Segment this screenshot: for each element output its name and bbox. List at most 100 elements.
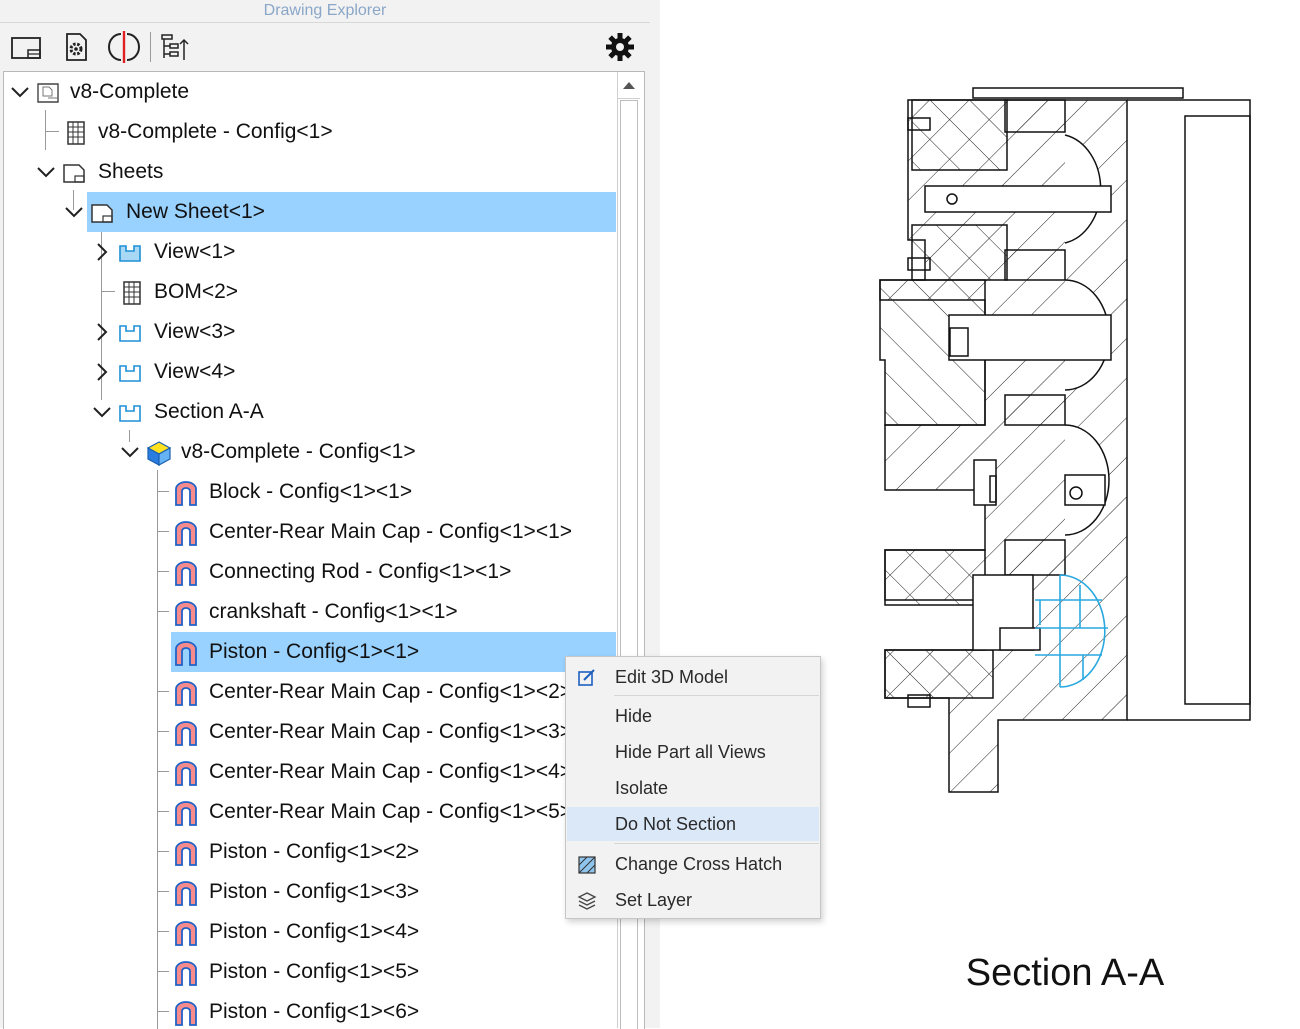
table-icon bbox=[123, 281, 141, 305]
tree-item-part[interactable]: Piston - Config<1><2> bbox=[4, 832, 616, 872]
tree-item-part[interactable]: Connecting Rod - Config<1><1> bbox=[4, 552, 616, 592]
panel-title: Drawing Explorer bbox=[0, 0, 650, 23]
tree-item-part[interactable]: Piston - Config<1><6> bbox=[4, 992, 616, 1029]
tree-item-label: Sheets bbox=[98, 160, 164, 183]
tree-item-label: Block - Config<1><1> bbox=[209, 480, 413, 503]
view-icon bbox=[119, 405, 141, 422]
tree-item-part[interactable]: Block - Config<1><1> bbox=[4, 472, 616, 512]
chevron-down-icon[interactable] bbox=[8, 80, 32, 104]
sheet-icon bbox=[91, 204, 113, 223]
drawing-document-icon bbox=[37, 83, 59, 103]
part-icon bbox=[175, 561, 197, 586]
tree-item-part-selected[interactable]: Piston - Config<1><1> bbox=[4, 632, 616, 672]
sheet-icon bbox=[63, 164, 85, 183]
menu-item-label: Isolate bbox=[615, 778, 669, 798]
part-icon bbox=[175, 1001, 197, 1026]
tree-item-label: Piston - Config<1><1> bbox=[209, 640, 420, 663]
chevron-down-icon[interactable] bbox=[34, 160, 58, 184]
tree-item-sheet[interactable]: New Sheet<1> bbox=[4, 192, 616, 232]
tree-item-label: v8-Complete - Config<1> bbox=[181, 440, 416, 463]
chevron-right-icon[interactable] bbox=[90, 240, 114, 264]
chevron-down-icon[interactable] bbox=[62, 200, 86, 224]
part-icon bbox=[175, 961, 197, 986]
menu-item-set-layer[interactable]: Set Layer bbox=[567, 883, 819, 917]
tree-item-label: v8-Complete - Config<1> bbox=[98, 120, 333, 143]
view-icon bbox=[119, 245, 141, 262]
tree-options-icon[interactable] bbox=[158, 30, 192, 64]
menu-item-label: Change Cross Hatch bbox=[615, 854, 783, 874]
drawing-explorer-panel: Drawing Explorer v8-Complete v8-Complete… bbox=[0, 0, 660, 1029]
section-drawing bbox=[879, 87, 1251, 793]
layers-icon bbox=[577, 892, 597, 910]
assembly-cube-icon bbox=[146, 441, 172, 466]
tree-item-part[interactable]: crankshaft - Config<1><1> bbox=[4, 592, 616, 632]
menu-item-hide[interactable]: Hide bbox=[567, 699, 819, 733]
chevron-right-icon[interactable] bbox=[90, 320, 114, 344]
tree-item-label: View<3> bbox=[154, 320, 236, 343]
tree-item-part[interactable]: Center-Rear Main Cap - Config<1><5> bbox=[4, 792, 616, 832]
tree-item-part[interactable]: Piston - Config<1><5> bbox=[4, 952, 616, 992]
tree-item-section[interactable]: Section A-A bbox=[4, 392, 616, 432]
tree-item-part[interactable]: Piston - Config<1><4> bbox=[4, 912, 616, 952]
tree-item-assembly[interactable]: v8-Complete - Config<1> bbox=[4, 432, 616, 472]
new-sheet-icon[interactable] bbox=[9, 30, 43, 64]
part-icon bbox=[175, 761, 197, 786]
menu-item-do-not-section[interactable]: Do Not Section bbox=[567, 807, 819, 841]
tree-item-label: Connecting Rod - Config<1><1> bbox=[209, 560, 512, 583]
chevron-down-icon[interactable] bbox=[118, 440, 142, 464]
tree-item-label: Center-Rear Main Cap - Config<1><4> bbox=[209, 760, 573, 783]
section-icon[interactable] bbox=[107, 30, 141, 64]
sheet-settings-icon[interactable] bbox=[59, 30, 93, 64]
tree-item-root[interactable]: v8-Complete bbox=[4, 72, 616, 112]
tree-item-view[interactable]: View<1> bbox=[4, 232, 616, 272]
gear-icon[interactable] bbox=[603, 30, 637, 64]
tree-item-sheets[interactable]: Sheets bbox=[4, 152, 616, 192]
menu-item-label: Hide bbox=[615, 706, 653, 726]
table-icon bbox=[67, 121, 85, 145]
tree-item-label: crankshaft - Config<1><1> bbox=[209, 600, 458, 623]
cross-hatch-icon bbox=[578, 856, 596, 874]
chevron-down-icon[interactable] bbox=[90, 400, 114, 424]
tree-item-config[interactable]: v8-Complete - Config<1> bbox=[4, 112, 616, 152]
tree-item-view[interactable]: View<4> bbox=[4, 352, 616, 392]
tree-item-part[interactable]: Center-Rear Main Cap - Config<1><1> bbox=[4, 512, 616, 552]
tree-item-label: Center-Rear Main Cap - Config<1><3> bbox=[209, 720, 573, 743]
edit-icon bbox=[578, 669, 595, 686]
part-icon bbox=[175, 681, 197, 706]
tree-item-label: Piston - Config<1><4> bbox=[209, 920, 420, 943]
section-view-drawing[interactable] bbox=[870, 80, 1260, 800]
tree-item-part[interactable]: Center-Rear Main Cap - Config<1><2> bbox=[4, 672, 616, 712]
menu-item-change-cross-hatch[interactable]: Change Cross Hatch bbox=[567, 847, 819, 881]
menu-item-hide-part-all-views[interactable]: Hide Part all Views bbox=[567, 735, 819, 769]
part-icon bbox=[175, 881, 197, 906]
tree-item-label: New Sheet<1> bbox=[126, 200, 265, 223]
menu-item-label: Set Layer bbox=[615, 890, 693, 910]
tree-item-part[interactable]: Center-Rear Main Cap - Config<1><4> bbox=[4, 752, 616, 792]
tree-item-label: View<4> bbox=[154, 360, 236, 383]
part-icon bbox=[175, 801, 197, 826]
menu-item-isolate[interactable]: Isolate bbox=[567, 771, 819, 805]
part-icon bbox=[175, 721, 197, 746]
view-icon bbox=[119, 325, 141, 342]
part-icon bbox=[175, 521, 197, 546]
part-icon bbox=[175, 601, 197, 626]
menu-separator bbox=[614, 695, 819, 696]
chevron-right-icon[interactable] bbox=[90, 360, 114, 384]
menu-item-edit-3d-model[interactable]: Edit 3D Model bbox=[567, 660, 819, 694]
tree-item-label: View<1> bbox=[154, 240, 236, 263]
menu-separator bbox=[614, 843, 819, 844]
tree-item-view[interactable]: View<3> bbox=[4, 312, 616, 352]
part-icon bbox=[175, 481, 197, 506]
tree-item-label: Piston - Config<1><3> bbox=[209, 880, 420, 903]
part-icon bbox=[175, 641, 197, 666]
scroll-up-button[interactable] bbox=[618, 72, 640, 99]
tree-item-label: Center-Rear Main Cap - Config<1><2> bbox=[209, 680, 573, 703]
tree-item-label: Section A-A bbox=[154, 400, 264, 423]
tree-item-label: v8-Complete bbox=[70, 80, 190, 103]
context-menu: Edit 3D Model Hide Hide Part all Views I… bbox=[565, 656, 821, 919]
tree-item-label: Center-Rear Main Cap - Config<1><1> bbox=[209, 520, 573, 543]
feature-tree: v8-Complete v8-Complete - Config<1> Shee… bbox=[3, 71, 645, 1029]
tree-item-bom[interactable]: BOM<2> bbox=[4, 272, 616, 312]
tree-item-part[interactable]: Piston - Config<1><3> bbox=[4, 872, 616, 912]
tree-item-part[interactable]: Center-Rear Main Cap - Config<1><3> bbox=[4, 712, 616, 752]
